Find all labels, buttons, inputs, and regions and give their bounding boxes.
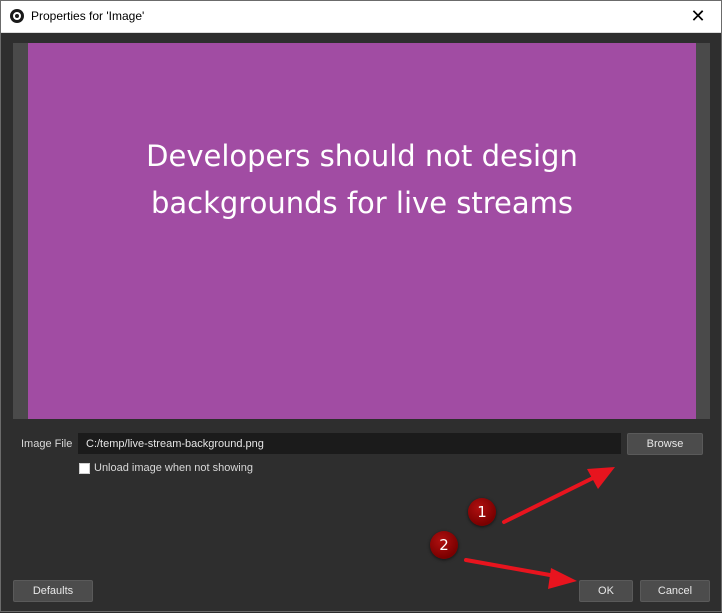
annotation-marker-2: 2	[430, 531, 458, 559]
obs-app-icon	[10, 9, 24, 23]
defaults-button[interactable]: Defaults	[13, 580, 93, 602]
properties-dialog: Properties for 'Image' ✕ Developers shou…	[0, 0, 722, 612]
window-title: Properties for 'Image'	[31, 9, 145, 23]
image-file-input[interactable]	[78, 433, 621, 454]
preview-text-line-1: Developers should not design	[146, 139, 578, 173]
title-bar: Properties for 'Image' ✕	[1, 1, 721, 33]
arrow-2	[464, 558, 577, 589]
unload-image-label[interactable]: Unload image when not showing	[94, 462, 253, 474]
close-button[interactable]: ✕	[675, 1, 721, 32]
unload-image-checkbox[interactable]	[79, 463, 90, 474]
preview-text-line-2: backgrounds for live streams	[150, 186, 573, 220]
image-file-label: Image File	[21, 438, 73, 450]
browse-button[interactable]: Browse	[627, 433, 703, 455]
preview-image: Developers should not design backgrounds…	[28, 43, 696, 419]
ok-button[interactable]: OK	[579, 580, 633, 602]
image-preview-area: Developers should not design backgrounds…	[13, 43, 710, 419]
arrow-1	[502, 467, 615, 524]
cancel-button[interactable]: Cancel	[640, 580, 710, 602]
annotation-marker-1: 1	[468, 498, 496, 526]
